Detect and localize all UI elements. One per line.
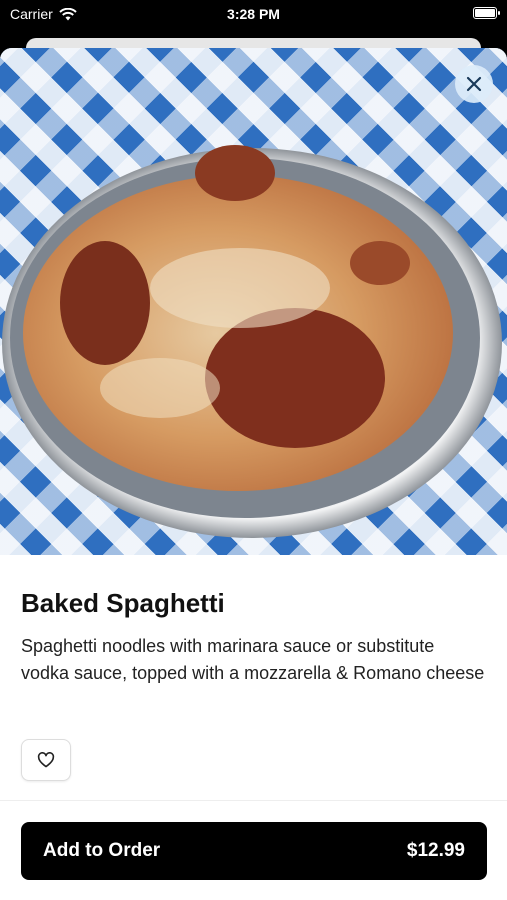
status-bar: Carrier 3:28 PM [0, 0, 507, 30]
baked-spaghetti-pan [2, 145, 502, 538]
add-to-order-label: Add to Order [43, 840, 161, 861]
item-description: Spaghetti noodles with marinara sauce or… [21, 636, 485, 683]
favorite-button[interactable] [21, 739, 71, 781]
heart-icon [37, 752, 55, 768]
battery-icon [473, 7, 500, 19]
close-icon [466, 76, 482, 92]
food-photo [0, 48, 507, 555]
divider [0, 800, 507, 801]
item-detail-modal: Baked Spaghetti Spaghetti noodles with m… [0, 48, 507, 900]
close-button[interactable] [455, 65, 493, 103]
item-title: Baked Spaghetti [21, 588, 225, 618]
price-label: $12.99 [406, 840, 465, 861]
item-info: Baked Spaghetti Spaghetti noodles with m… [21, 588, 486, 687]
status-time: 3:28 PM [227, 6, 280, 22]
add-to-order-button[interactable]: Add to Order $12.99 [21, 822, 487, 880]
